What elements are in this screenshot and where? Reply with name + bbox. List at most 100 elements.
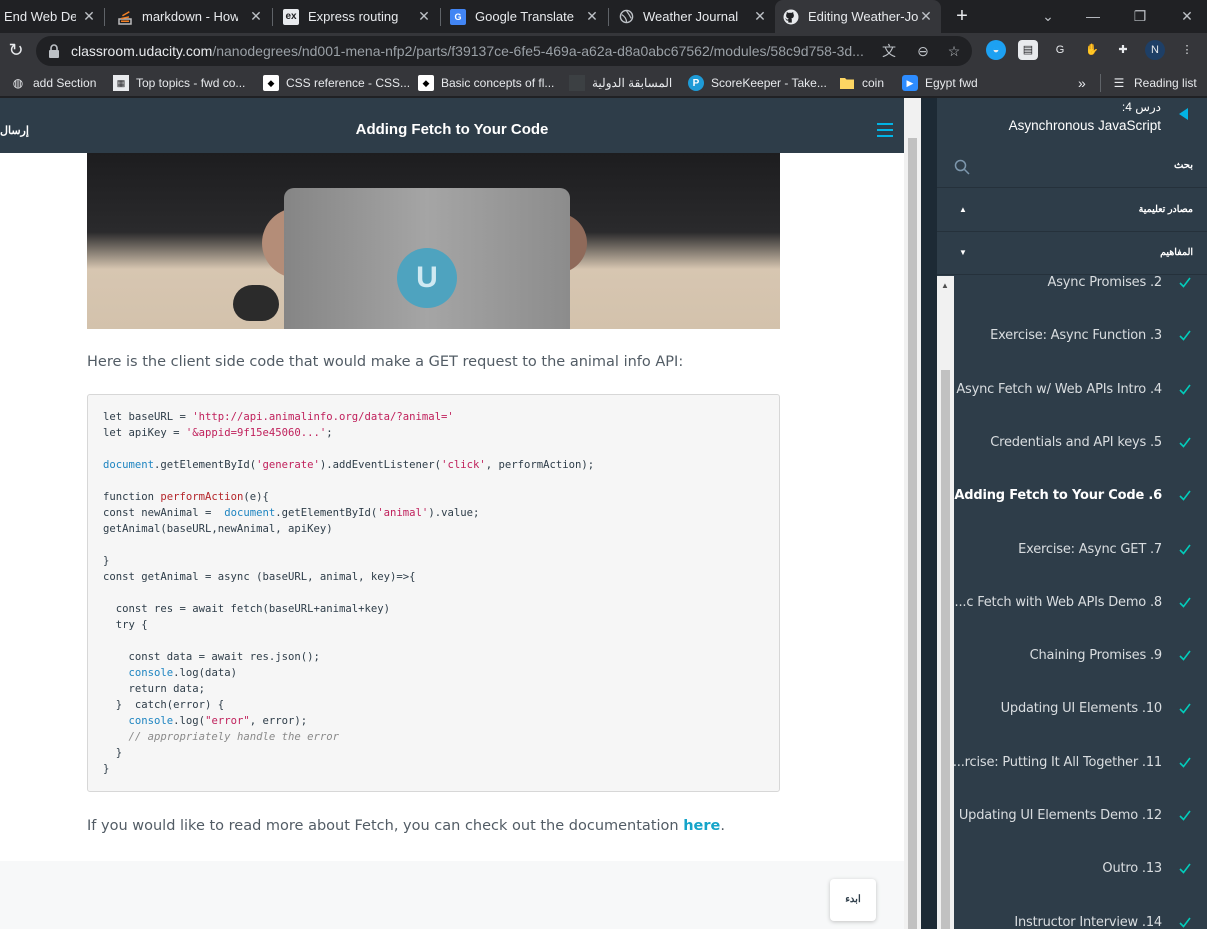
code-token: // appropriately handle the error — [128, 731, 339, 743]
concept-item[interactable]: Updating UI Elements .10 — [954, 685, 1207, 738]
bookmark-coin[interactable]: coin — [839, 74, 884, 92]
bookmark-add-section[interactable]: ◍ add Section — [10, 74, 97, 92]
grid-extension-icon[interactable]: ▤ — [1018, 40, 1038, 60]
code-line: // appropriately handle the error — [103, 729, 594, 745]
menu-dots-icon[interactable]: ⋮ — [1177, 40, 1197, 60]
hamburger-menu-icon[interactable] — [877, 123, 893, 137]
reload-icon[interactable]: ↻ — [6, 40, 26, 60]
close-icon[interactable]: ✕ — [249, 9, 263, 23]
bookmark-flexbox[interactable]: ◆ Basic concepts of fl... — [418, 74, 554, 92]
more-bookmarks-button[interactable]: » — [1078, 74, 1086, 92]
concept-item[interactable]: ...rcise: Putting It All Together .11 — [953, 739, 1207, 792]
browser-tab-strip: End Web Dev ✕ markdown - How to ✕ ex Exp… — [0, 0, 1207, 33]
code-token: console — [128, 715, 174, 727]
bookmark-label: Egypt fwd — [925, 76, 978, 90]
url-text[interactable]: classroom.udacity.com/nanodegrees/nd001-… — [71, 43, 871, 59]
documentation-link[interactable]: here — [683, 818, 720, 834]
code-block: let baseURL = 'http://api.animalinfo.org… — [87, 394, 780, 792]
extension-icon[interactable]: ◒ — [986, 40, 1006, 60]
concept-item[interactable]: Adding Fetch to Your Code .6 — [954, 472, 1207, 525]
video-player[interactable]: U — [87, 153, 780, 329]
concept-title: Credentials and API keys .5 — [990, 435, 1162, 450]
code-token: } — [103, 747, 123, 759]
content-scrollbar[interactable] — [904, 98, 921, 929]
tab-2[interactable]: ex Express routing ✕ — [273, 0, 439, 33]
concept-item[interactable]: Async Fetch w/ Web APIs Intro .4 — [954, 366, 1207, 419]
hand-extension-icon[interactable]: ✋ — [1082, 40, 1102, 60]
lock-icon[interactable] — [48, 44, 60, 58]
concept-item[interactable]: Updating UI Elements Demo .12 — [954, 792, 1207, 845]
code-token: , error); — [249, 715, 308, 727]
start-button[interactable]: ابدء — [830, 879, 876, 921]
code-token: const newAnimal = — [103, 507, 225, 519]
mdn-icon: ◆ — [418, 75, 434, 91]
profile-avatar[interactable]: N — [1145, 40, 1165, 60]
code-token: function — [103, 491, 161, 503]
scrollbar-thumb[interactable] — [908, 138, 917, 929]
tab-5[interactable]: Editing Weather-Jo ✕ — [775, 0, 941, 33]
check-icon — [1178, 276, 1192, 289]
check-icon — [1178, 808, 1192, 822]
close-icon[interactable]: ✕ — [585, 9, 599, 23]
star-icon[interactable]: ☆ — [945, 42, 963, 60]
concept-item[interactable]: Instructor Interview .14 — [954, 899, 1207, 929]
url-path: /nanodegrees/nd001-mena-nfp2/parts/f3913… — [212, 43, 864, 59]
concept-item[interactable]: Outro .13 — [954, 845, 1207, 898]
g-extension-icon[interactable]: G — [1050, 40, 1070, 60]
zoom-icon[interactable]: ⊖ — [914, 42, 932, 60]
tab-4[interactable]: Weather Journal ✕ — [609, 0, 775, 33]
video-frame-laptop: U — [284, 188, 570, 329]
tab-1[interactable]: markdown - How to ✕ — [105, 0, 271, 33]
code-token: 'http://api.animalinfo.org/data/?animal=… — [192, 411, 454, 423]
bookmark-top-topics[interactable]: ▦ Top topics - fwd co... — [113, 74, 245, 92]
concept-item[interactable]: Exercise: Async Function .3 — [954, 312, 1207, 365]
close-icon[interactable]: ✕ — [417, 9, 431, 23]
translate-icon[interactable]: 文 — [880, 42, 898, 60]
concepts-section[interactable]: ▼ المفاهيم — [937, 232, 1207, 275]
code-line: } — [103, 761, 594, 777]
concept-item[interactable]: Exercise: Async GET .7 — [954, 526, 1207, 579]
close-icon[interactable]: ✕ — [753, 9, 767, 23]
concept-title: Updating UI Elements .10 — [1000, 701, 1163, 716]
minimize-icon[interactable]: — — [1083, 6, 1103, 26]
sidebar-scrollbar[interactable]: ▲ — [937, 276, 954, 929]
resources-section[interactable]: ▲ مصادر تعليمية — [937, 189, 1207, 232]
new-tab-icon[interactable]: + — [952, 6, 972, 26]
p-icon: P — [688, 75, 704, 91]
scrollbar-thumb[interactable] — [941, 370, 950, 929]
globe-icon — [618, 9, 634, 25]
bookmark-divider — [1100, 74, 1101, 92]
bookmark-egypt-fwd[interactable]: ▶ Egypt fwd — [902, 74, 978, 92]
concept-item[interactable]: Credentials and API keys .5 — [954, 419, 1207, 472]
tab-3[interactable]: G Google Translate ✕ — [441, 0, 607, 33]
code-token: (e){ — [243, 491, 269, 503]
concept-item[interactable]: Chaining Promises .9 — [954, 632, 1207, 685]
code-token: .log(data) — [173, 667, 237, 679]
reading-list-button[interactable]: ☰ Reading list — [1111, 74, 1197, 92]
collapse-sidebar-icon[interactable] — [1179, 108, 1188, 120]
concept-item[interactable]: Async Promises .2 — [954, 276, 1207, 312]
tab-0[interactable]: End Web Dev ✕ — [0, 0, 104, 33]
bookmark-label: المسابقة الدولية — [592, 76, 673, 90]
restore-icon[interactable]: ❐ — [1130, 6, 1150, 26]
code-token: "error" — [205, 715, 250, 727]
scroll-up-icon[interactable]: ▲ — [941, 281, 949, 290]
check-icon — [1178, 701, 1192, 715]
bookmark-scorekeeper[interactable]: P ScoreKeeper - Take... — [688, 74, 827, 92]
close-icon[interactable]: ✕ — [919, 9, 933, 23]
code-line: const data = await res.json(); — [103, 649, 594, 665]
close-window-icon[interactable]: ✕ — [1177, 6, 1197, 26]
address-bar[interactable]: classroom.udacity.com/nanodegrees/nd001-… — [36, 36, 972, 66]
sidebar-search[interactable]: بحث — [937, 148, 1207, 188]
code-token: 'click' — [441, 459, 486, 471]
tab-title: Express routing — [308, 9, 399, 24]
close-icon[interactable]: ✕ — [82, 9, 96, 23]
tab-search-icon[interactable]: ⌄ — [1038, 6, 1058, 26]
bookmark-css-reference[interactable]: ◆ CSS reference - CSS... — [263, 74, 410, 92]
bookmark-competition[interactable]: المسابقة الدولية — [569, 74, 672, 92]
outro-text: If you would like to read more about Fet… — [87, 818, 684, 834]
puzzle-icon[interactable]: ✚ — [1113, 40, 1133, 60]
lesson-header[interactable]: :درس 4 Asynchronous JavaScript — [937, 98, 1207, 153]
concept-item[interactable]: ...c Fetch with Web APIs Demo .8 — [954, 579, 1207, 632]
